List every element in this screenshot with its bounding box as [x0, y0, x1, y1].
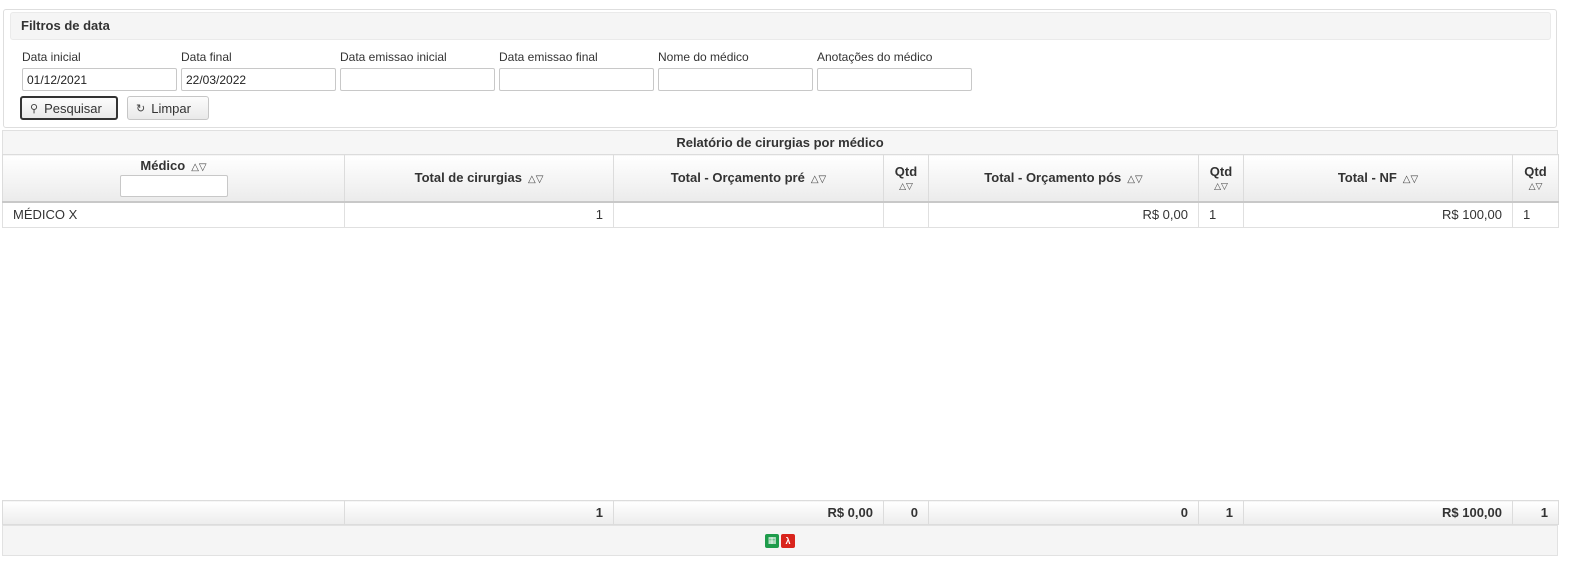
column-header-total-cirurgias[interactable]: Total de cirurgias △▽: [344, 154, 614, 203]
cell-qtd-pre: [883, 201, 929, 228]
field-data-inicial: Data inicial: [22, 50, 177, 91]
medico-filter-input[interactable]: [119, 175, 228, 198]
sort-icon: △▽: [191, 162, 207, 174]
report-table: Médico △▽ Total de cirurgias △▽ Total - Or…: [2, 154, 1559, 228]
panel-title: Filtros de data: [10, 12, 1551, 40]
sort-icon: △▽: [1127, 174, 1143, 186]
date-filter-panel: Filtros de data Data inicial Data final …: [3, 9, 1557, 128]
cell-orcamento-pre: [613, 201, 884, 228]
header-row: Médico △▽ Total de cirurgias △▽ Total - Or…: [2, 154, 1559, 203]
column-header-orcamento-pos[interactable]: Total - Orçamento pós △▽: [928, 154, 1199, 203]
column-label: Qtd: [1524, 163, 1547, 179]
refresh-icon: ↻: [136, 102, 146, 115]
column-label: Qtd: [894, 163, 918, 179]
total-orcamento-pre: R$ 0,00: [613, 500, 884, 525]
column-label: Total - NF: [1337, 170, 1397, 186]
column-header-orcamento-pre[interactable]: Total - Orçamento pré △▽: [613, 154, 884, 203]
field-anotacoes-medico: Anotações do médico: [817, 50, 972, 91]
data-emissao-final-label: Data emissao final: [499, 50, 598, 64]
cell-medico: MÉDICO X: [2, 201, 345, 228]
search-icon: ⚲: [30, 102, 39, 115]
clear-button-label: Limpar: [151, 100, 191, 116]
sort-icon: △▽: [1214, 180, 1228, 191]
data-final-input[interactable]: [181, 68, 336, 91]
column-label: Médico: [140, 158, 186, 174]
column-header-total-nf[interactable]: Total - NF △▽: [1243, 154, 1513, 203]
sort-icon: △▽: [528, 174, 544, 186]
column-label: Total - Orçamento pós: [984, 170, 1122, 186]
sort-icon: △▽: [1402, 174, 1419, 186]
search-button[interactable]: ⚲ Pesquisar: [20, 96, 118, 120]
field-data-emissao-final: Data emissao final: [499, 50, 654, 91]
field-nome-medico: Nome do médico: [658, 50, 813, 91]
export-bar: ▦ λ: [2, 525, 1558, 556]
data-emissao-inicial-label: Data emissao inicial: [340, 50, 447, 64]
totals-row: 1 R$ 0,00 0 0 1 R$ 100,00 1: [2, 500, 1559, 525]
column-label: Total de cirurgias: [414, 170, 522, 186]
total-orcamento-pos: 0: [928, 500, 1199, 525]
cell-total-nf: R$ 100,00: [1243, 201, 1513, 228]
data-emissao-inicial-input[interactable]: [340, 68, 495, 91]
search-button-label: Pesquisar: [44, 100, 102, 116]
sort-icon: △▽: [810, 174, 827, 186]
anotacoes-medico-label: Anotações do médico: [817, 50, 933, 64]
cell-qtd-pos: 1: [1198, 201, 1244, 228]
column-header-medico[interactable]: Médico △▽: [2, 154, 345, 203]
total-qtd-pre: 0: [883, 500, 929, 525]
table-row[interactable]: MÉDICO X 1 R$ 0,00 1 R$ 100,00 1: [2, 201, 1559, 228]
total-qtd-pos: 1: [1198, 500, 1244, 525]
column-header-qtd-pre[interactable]: Qtd △▽: [883, 154, 929, 203]
totals-footer: 1 R$ 0,00 0 0 1 R$ 100,00 1: [2, 500, 1559, 525]
cell-orcamento-pos: R$ 0,00: [928, 201, 1199, 228]
total-qtd-nf: 1: [1512, 500, 1559, 525]
total-nf: R$ 100,00: [1243, 500, 1513, 525]
report-title: Relatório de cirurgias por médico: [2, 130, 1558, 154]
clear-button[interactable]: ↻ Limpar: [127, 96, 209, 120]
cell-qtd-nf: 1: [1512, 201, 1559, 228]
column-header-qtd-nf[interactable]: Qtd △▽: [1512, 154, 1559, 203]
data-final-label: Data final: [181, 50, 232, 64]
data-emissao-final-input[interactable]: [499, 68, 654, 91]
sort-icon: △▽: [899, 180, 913, 191]
column-label: Qtd: [1209, 163, 1233, 179]
field-data-emissao-inicial: Data emissao inicial: [340, 50, 495, 91]
total-cirurgias: 1: [344, 500, 614, 525]
anotacoes-medico-input[interactable]: [817, 68, 972, 91]
data-inicial-input[interactable]: [22, 68, 177, 91]
excel-icon[interactable]: ▦: [765, 533, 779, 548]
data-inicial-label: Data inicial: [22, 50, 81, 64]
nome-medico-label: Nome do médico: [658, 50, 749, 64]
nome-medico-input[interactable]: [658, 68, 813, 91]
total-medico: [2, 500, 345, 525]
cell-total-cirurgias: 1: [344, 201, 614, 228]
pdf-icon[interactable]: λ: [781, 533, 795, 548]
field-data-final: Data final: [181, 50, 336, 91]
column-label: Total - Orçamento pré: [670, 170, 805, 186]
column-header-qtd-pos[interactable]: Qtd △▽: [1198, 154, 1244, 203]
sort-icon: △▽: [1528, 180, 1543, 191]
